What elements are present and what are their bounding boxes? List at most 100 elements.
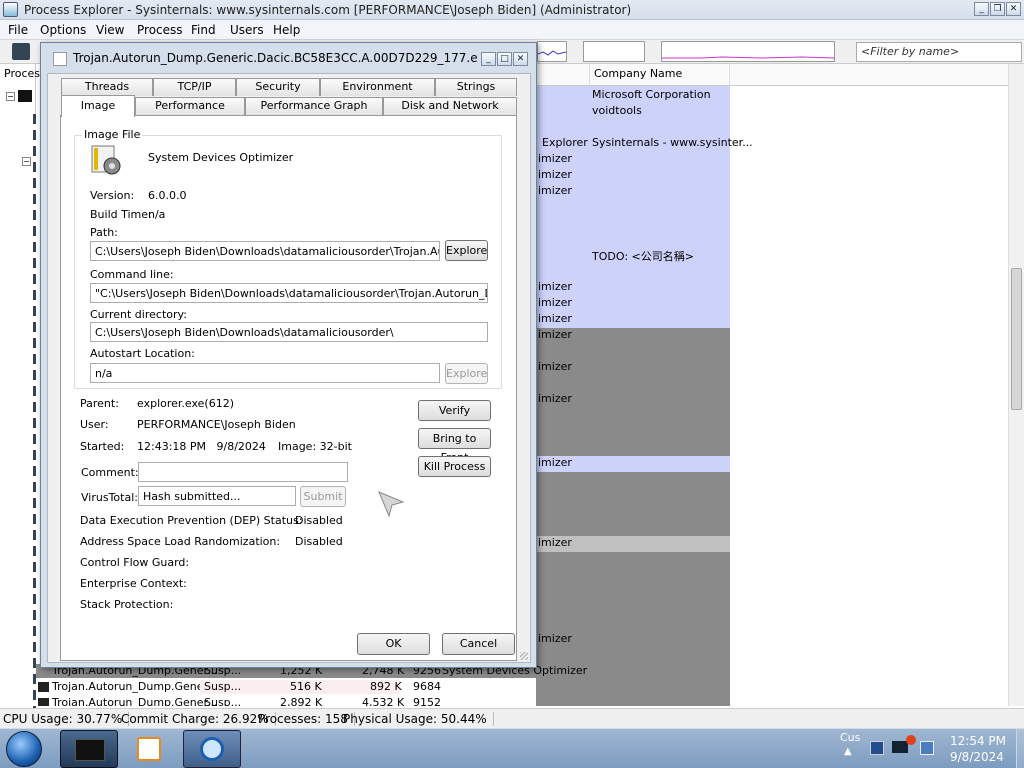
tab-strings[interactable]: Strings xyxy=(435,78,517,96)
filter-by-name-input[interactable]: <Filter by name> xyxy=(856,42,1022,62)
column-header-company[interactable]: Company Name xyxy=(590,64,730,86)
monitor-icon[interactable] xyxy=(892,741,908,753)
started-value: 12:43:18 PM 9/8/2024 xyxy=(137,440,266,453)
menu-options[interactable]: Options xyxy=(40,23,86,37)
command-line-field[interactable]: "C:\Users\Joseph Biden\Downloads\datamal… xyxy=(90,283,488,303)
clock-time[interactable]: 12:54 PM xyxy=(950,734,1006,748)
description-cell: imizer xyxy=(538,632,572,645)
tab-threads[interactable]: Threads xyxy=(61,78,153,96)
tab-performance[interactable]: Performance xyxy=(135,97,245,115)
version-value: 6.0.0.0 xyxy=(148,189,187,202)
verify-button[interactable]: Verify xyxy=(418,400,491,421)
comment-label: Comment: xyxy=(81,466,139,479)
window-title: Process Explorer - Sysinternals: www.sys… xyxy=(24,3,632,17)
mouse-cursor-icon xyxy=(378,491,405,518)
memory-graph[interactable] xyxy=(583,41,645,62)
explore-autostart-button[interactable]: Explore xyxy=(445,363,488,384)
physical-usage-status: Physical Usage: 50.44% xyxy=(343,712,494,726)
description-cell: imizer xyxy=(538,456,572,469)
empty-grid-area xyxy=(730,86,1008,706)
terminal-icon xyxy=(75,739,105,761)
parent-label: Parent: xyxy=(80,397,119,410)
build-time-value: n/a xyxy=(148,208,166,221)
tab-tcpip[interactable]: TCP/IP xyxy=(153,78,236,96)
taskbar: Cus ▲ 12:54 PM 9/8/2024 xyxy=(0,728,1024,768)
process-icon xyxy=(18,90,32,102)
dialog-minimize-button[interactable]: _ xyxy=(481,52,496,66)
processes-count-status: Processes: 158 xyxy=(258,712,355,726)
dialog-title: Trojan.Autorun_Dump.Generic.Dacic.BC58E3… xyxy=(73,51,478,65)
save-icon[interactable] xyxy=(12,43,30,60)
collapse-toggle[interactable]: − xyxy=(22,157,31,166)
private-bytes-cell: 516 K xyxy=(290,680,322,693)
path-field[interactable]: C:\Users\Joseph Biden\Downloads\datamali… xyxy=(90,241,440,261)
network-icon[interactable] xyxy=(870,741,884,755)
ok-button[interactable]: OK xyxy=(357,633,430,655)
column-header-row: Company Name xyxy=(536,64,1024,86)
tab-security[interactable]: Security xyxy=(236,78,320,96)
restore-button[interactable]: ❐ xyxy=(990,2,1005,16)
menu-find[interactable]: Find xyxy=(191,23,216,37)
description-cell: imizer xyxy=(538,392,572,405)
kill-process-button[interactable]: Kill Process xyxy=(418,456,491,477)
description-cell: imizer xyxy=(538,360,572,373)
dialog-title-bar: Trojan.Autorun_Dump.Generic.Dacic.BC58E3… xyxy=(41,43,536,73)
start-button[interactable] xyxy=(6,731,42,767)
tab-image[interactable]: Image xyxy=(61,95,135,117)
tab-performance-graph[interactable]: Performance Graph xyxy=(245,97,383,115)
scrollbar-thumb[interactable] xyxy=(1011,268,1022,410)
volume-icon[interactable] xyxy=(920,741,934,755)
private-bytes-cell: 2,892 K xyxy=(280,696,323,706)
tab-environment[interactable]: Environment xyxy=(320,78,435,96)
menu-process[interactable]: Process xyxy=(137,23,183,37)
autostart-location-field[interactable]: n/a xyxy=(90,363,440,383)
properties-dialog: Trojan.Autorun_Dump.Generic.Dacic.BC58E3… xyxy=(40,42,537,668)
table-row[interactable]: Trojan.Autorun_Dump.Gener... Susp... 2,8… xyxy=(36,696,536,706)
menu-users[interactable]: Users xyxy=(230,23,264,37)
table-row[interactable]: Trojan.Autorun_Dump.Gener... Susp... 516… xyxy=(36,680,536,694)
dep-status-value: Disabled xyxy=(295,514,343,527)
gray-rows-block xyxy=(536,328,730,706)
io-graph[interactable] xyxy=(661,41,835,62)
description-cell: imizer xyxy=(538,328,572,341)
taskbar-app-process-explorer[interactable] xyxy=(183,730,241,768)
menu-view[interactable]: View xyxy=(96,23,124,37)
menu-help[interactable]: Help xyxy=(273,23,300,37)
show-desktop-button[interactable] xyxy=(1016,729,1024,768)
media-player-icon xyxy=(137,737,161,761)
taskbar-app-terminal[interactable] xyxy=(60,730,118,768)
menu-file[interactable]: File xyxy=(8,23,28,37)
dialog-close-button[interactable]: ✕ xyxy=(513,52,528,66)
vertical-scrollbar[interactable] xyxy=(1008,64,1024,706)
comment-field[interactable] xyxy=(138,462,348,482)
current-directory-field[interactable]: C:\Users\Joseph Biden\Downloads\datamali… xyxy=(90,322,488,342)
current-directory-label: Current directory: xyxy=(90,308,187,321)
show-hidden-icons[interactable]: ▲ xyxy=(844,746,852,757)
dialog-body: Threads TCP/IP Security Environment Stri… xyxy=(47,73,531,663)
collapse-toggle[interactable]: − xyxy=(6,92,15,101)
bring-to-front-button[interactable]: Bring to Front xyxy=(418,428,491,464)
image-file-group-label: Image File xyxy=(82,128,143,141)
description-cell: imizer xyxy=(538,536,572,549)
status-cell: Susp... xyxy=(204,696,242,706)
resize-grip[interactable] xyxy=(520,652,528,660)
description-cell: imizer xyxy=(538,312,572,325)
close-button[interactable]: ✕ xyxy=(1006,2,1021,16)
alert-icon[interactable] xyxy=(906,735,916,745)
clock-date[interactable]: 9/8/2024 xyxy=(950,750,1004,764)
minimize-button[interactable]: _ xyxy=(974,2,989,16)
build-time-label: Build Time: xyxy=(90,208,152,221)
submit-button[interactable]: Submit xyxy=(300,486,346,507)
working-set-cell: 892 K xyxy=(370,680,402,693)
image-description: System Devices Optimizer xyxy=(148,151,294,164)
tab-disk-and-network[interactable]: Disk and Network xyxy=(383,97,517,115)
process-name-cell: Trojan.Autorun_Dump.Gener... xyxy=(52,680,218,693)
cancel-button[interactable]: Cancel xyxy=(442,633,515,655)
pid-cell: 9152 xyxy=(413,696,441,706)
taskbar-app-media[interactable] xyxy=(121,730,179,768)
virustotal-field[interactable]: Hash submitted... xyxy=(138,486,296,506)
explore-path-button[interactable]: Explore xyxy=(445,240,488,261)
dialog-maximize-button[interactable]: □ xyxy=(497,52,512,66)
column-header-description[interactable] xyxy=(536,64,590,86)
cpu-graph[interactable] xyxy=(537,41,567,62)
